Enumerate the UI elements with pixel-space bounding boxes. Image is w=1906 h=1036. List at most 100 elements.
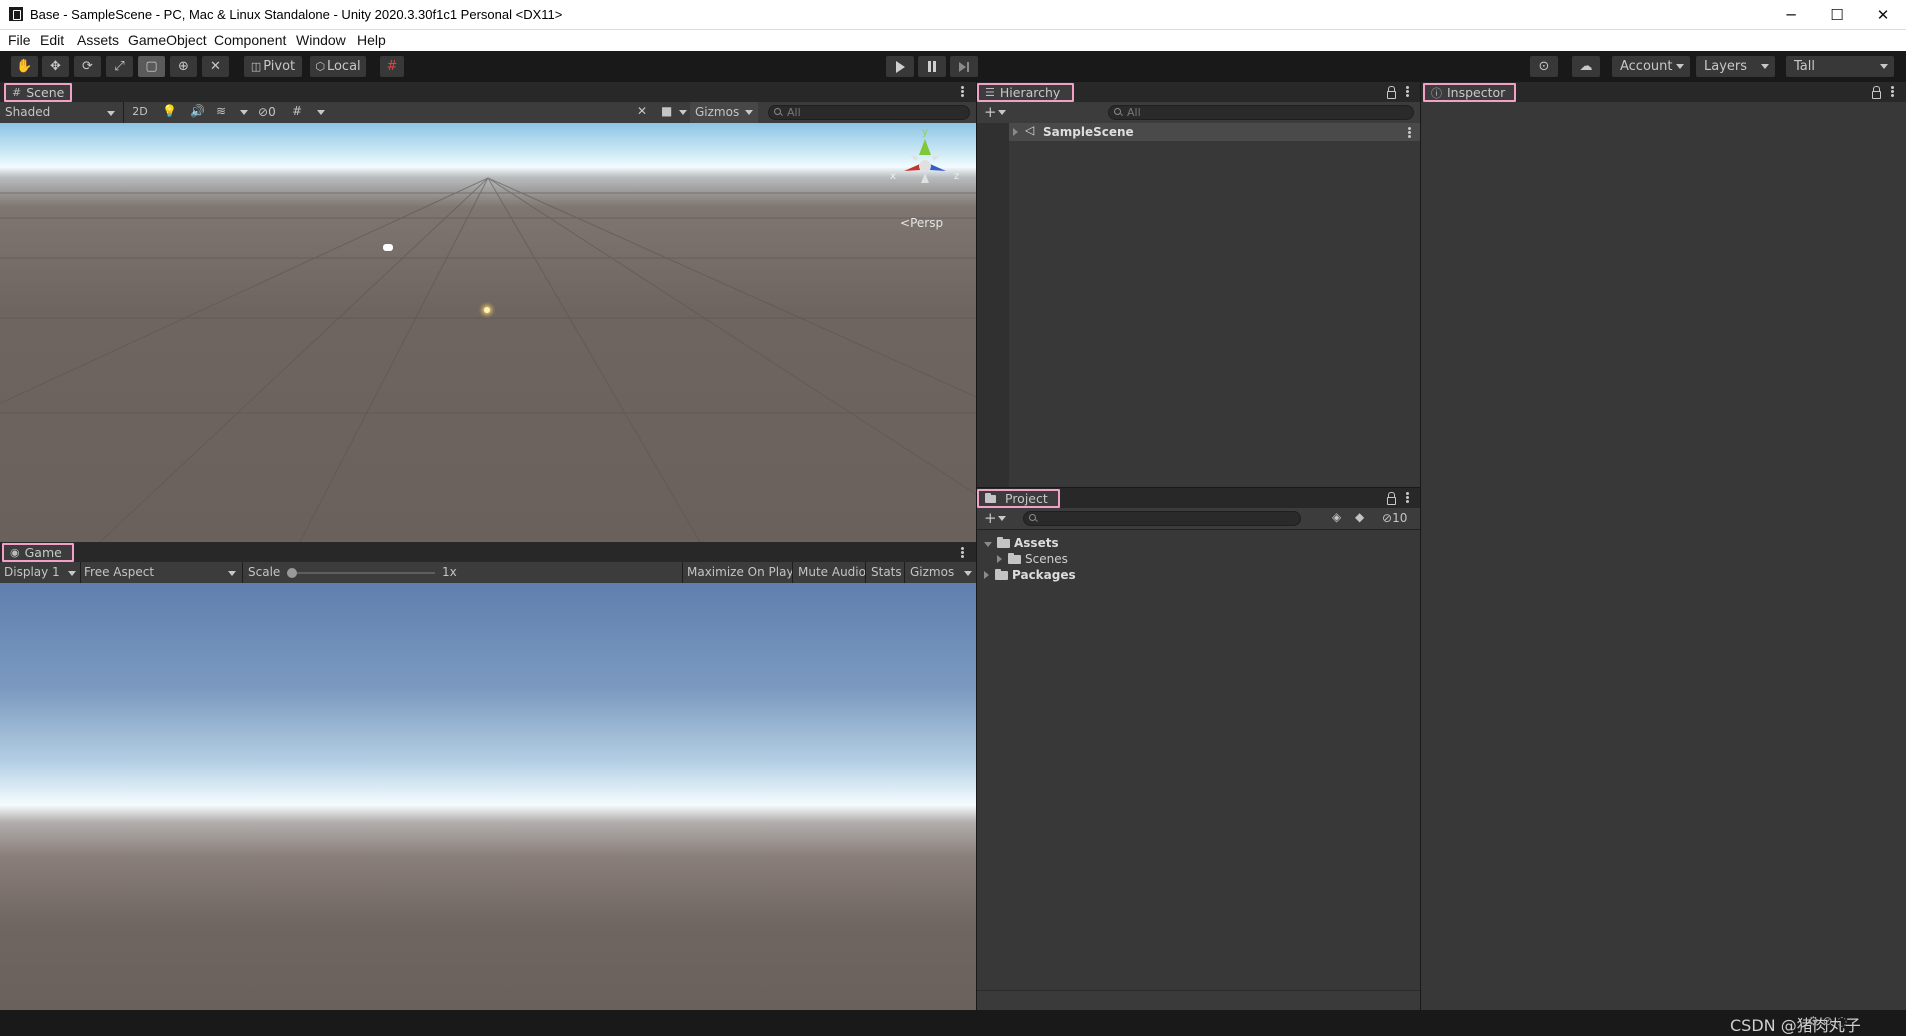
chevron-down-icon[interactable]: [679, 110, 687, 115]
tree-item-scenes[interactable]: Scenes: [997, 552, 1068, 566]
minimize-button[interactable]: ─: [1768, 0, 1814, 29]
scene-gizmos-dropdown[interactable]: Gizmos: [690, 102, 758, 123]
tab-project[interactable]: Project: [977, 489, 1060, 508]
pivot-toggle-button[interactable]: ◫ Pivot: [244, 56, 302, 77]
rect-tool-icon[interactable]: ▢: [138, 56, 165, 77]
toggle-2d-button[interactable]: 2D: [129, 105, 151, 118]
chevron-down-icon[interactable]: [998, 110, 1006, 115]
expand-arrow-icon[interactable]: [997, 555, 1002, 563]
chevron-down-icon[interactable]: [240, 110, 248, 115]
pause-button[interactable]: [918, 56, 946, 77]
scene-item-kebab-icon[interactable]: [1408, 127, 1411, 138]
scale-slider-thumb[interactable]: [287, 568, 297, 578]
lock-icon[interactable]: [1387, 86, 1396, 99]
projection-toggle[interactable]: <Persp: [900, 216, 943, 230]
menu-gameobject[interactable]: GameObject: [128, 32, 207, 48]
chevron-down-icon[interactable]: [317, 110, 325, 115]
project-menu-kebab-icon[interactable]: [1406, 492, 1409, 503]
create-plus-icon[interactable]: +: [984, 509, 997, 527]
rotate-tool-icon[interactable]: ⟳: [74, 56, 101, 77]
scene-viewport[interactable]: y x z <Persp: [0, 123, 976, 542]
transform-tool-icon[interactable]: ⊕: [170, 56, 197, 77]
hidden-packages-toggle[interactable]: ⊘10: [1382, 511, 1407, 525]
window-title-bar: Base - SampleScene - PC, Mac & Linux Sta…: [0, 0, 1906, 30]
menu-help[interactable]: Help: [357, 32, 386, 48]
menu-file[interactable]: File: [8, 32, 31, 48]
cloud-icon[interactable]: ☁: [1572, 56, 1600, 77]
audio-toggle-icon[interactable]: 🔊: [190, 104, 205, 118]
light-gizmo-icon[interactable]: [484, 307, 490, 313]
effects-toggle-icon[interactable]: ≋: [216, 104, 226, 118]
game-viewport[interactable]: [0, 583, 976, 1010]
play-icon: [895, 60, 905, 73]
filter-by-label-icon[interactable]: ◆: [1355, 510, 1364, 524]
grid-snap-icon[interactable]: #: [380, 56, 404, 77]
menu-assets[interactable]: Assets: [77, 32, 119, 48]
stats-toggle[interactable]: Stats: [871, 565, 902, 579]
tools-icon[interactable]: ✕: [637, 104, 647, 118]
expand-arrow-icon[interactable]: [1013, 128, 1018, 136]
collab-icon[interactable]: ⊙: [1530, 56, 1558, 77]
camera-icon[interactable]: ■: [661, 104, 672, 118]
hierarchy-menu-kebab-icon[interactable]: [1406, 86, 1409, 97]
grid-toggle-icon[interactable]: #: [292, 104, 302, 118]
draw-mode-label: Shaded: [5, 105, 51, 119]
maximize-button[interactable]: ☐: [1814, 0, 1860, 29]
expand-arrow-icon[interactable]: [984, 542, 992, 547]
game-panel: ◉ Game Display 1 Free Aspect Scale 1x Ma…: [0, 542, 976, 1010]
expand-arrow-icon[interactable]: [984, 571, 989, 579]
custom-tool-icon[interactable]: ✕: [202, 56, 229, 77]
project-search-input[interactable]: [1023, 511, 1301, 526]
hidden-objects-toggle[interactable]: ⊘0: [258, 105, 276, 119]
step-button[interactable]: [950, 56, 978, 77]
camera-gizmo-icon[interactable]: [383, 244, 393, 251]
move-tool-icon[interactable]: ✥: [42, 56, 69, 77]
layers-dropdown[interactable]: Layers: [1696, 56, 1775, 77]
aspect-dropdown[interactable]: Free Aspect: [84, 565, 236, 579]
scene-menu-kebab-icon[interactable]: [961, 86, 964, 97]
tree-item-assets[interactable]: Assets: [984, 536, 1059, 550]
maximize-on-play-toggle[interactable]: Maximize On Play: [687, 565, 794, 579]
draw-mode-dropdown[interactable]: Shaded: [5, 105, 117, 119]
scene-panel: # Scene Shaded 2D 💡 🔊 ≋ ⊘0 # ✕ ■ Gizmos …: [0, 82, 976, 542]
lock-icon[interactable]: [1387, 492, 1396, 505]
menu-component[interactable]: Component: [214, 32, 286, 48]
tab-game[interactable]: ◉ Game: [2, 543, 74, 562]
panel-divider[interactable]: [1420, 82, 1421, 1010]
tab-inspector[interactable]: ⓘ Inspector: [1423, 83, 1516, 102]
game-tab-label: Game: [24, 545, 62, 560]
tree-item-packages[interactable]: Packages: [984, 568, 1076, 582]
panel-divider[interactable]: [976, 82, 977, 1010]
scale-slider[interactable]: [287, 568, 435, 578]
scale-tool-icon[interactable]: ⤢: [106, 56, 133, 77]
hidden-packages-count: 10: [1392, 511, 1408, 525]
menu-window[interactable]: Window: [296, 32, 346, 48]
layout-dropdown[interactable]: Tall: [1786, 56, 1894, 77]
hierarchy-scene-row[interactable]: ◁ SampleScene: [1009, 123, 1420, 141]
display-dropdown[interactable]: Display 1: [4, 565, 76, 579]
create-plus-icon[interactable]: +: [984, 103, 997, 121]
menu-edit[interactable]: Edit: [40, 32, 64, 48]
tab-scene[interactable]: # Scene: [4, 83, 72, 102]
packages-label: Packages: [1012, 568, 1076, 582]
mute-audio-toggle[interactable]: Mute Audio: [798, 565, 866, 579]
tab-hierarchy[interactable]: ☰ Hierarchy: [977, 83, 1074, 102]
hierarchy-search-input[interactable]: All: [1108, 105, 1414, 120]
game-gizmos-dropdown[interactable]: Gizmos: [910, 565, 972, 579]
play-button[interactable]: [886, 56, 914, 77]
game-tab-bar: ◉ Game: [0, 542, 976, 562]
game-menu-kebab-icon[interactable]: [961, 547, 964, 558]
filter-by-type-icon[interactable]: ◈: [1332, 510, 1341, 524]
account-dropdown[interactable]: Account: [1612, 56, 1690, 77]
local-toggle-button[interactable]: ⬡ Local: [310, 56, 366, 77]
close-button[interactable]: ✕: [1860, 0, 1906, 29]
orientation-gizmo[interactable]: y x z: [890, 127, 960, 195]
chevron-down-icon[interactable]: [998, 516, 1006, 521]
inspector-menu-kebab-icon[interactable]: [1891, 86, 1894, 97]
lighting-toggle-icon[interactable]: 💡: [162, 104, 177, 118]
project-toolbar: + ◈ ◆ ⊘10: [977, 508, 1420, 530]
hand-tool-icon[interactable]: ✋: [11, 56, 38, 77]
lock-icon[interactable]: [1872, 86, 1881, 99]
scene-search-input[interactable]: All: [768, 105, 970, 120]
gizmos-label: Gizmos: [695, 105, 740, 119]
